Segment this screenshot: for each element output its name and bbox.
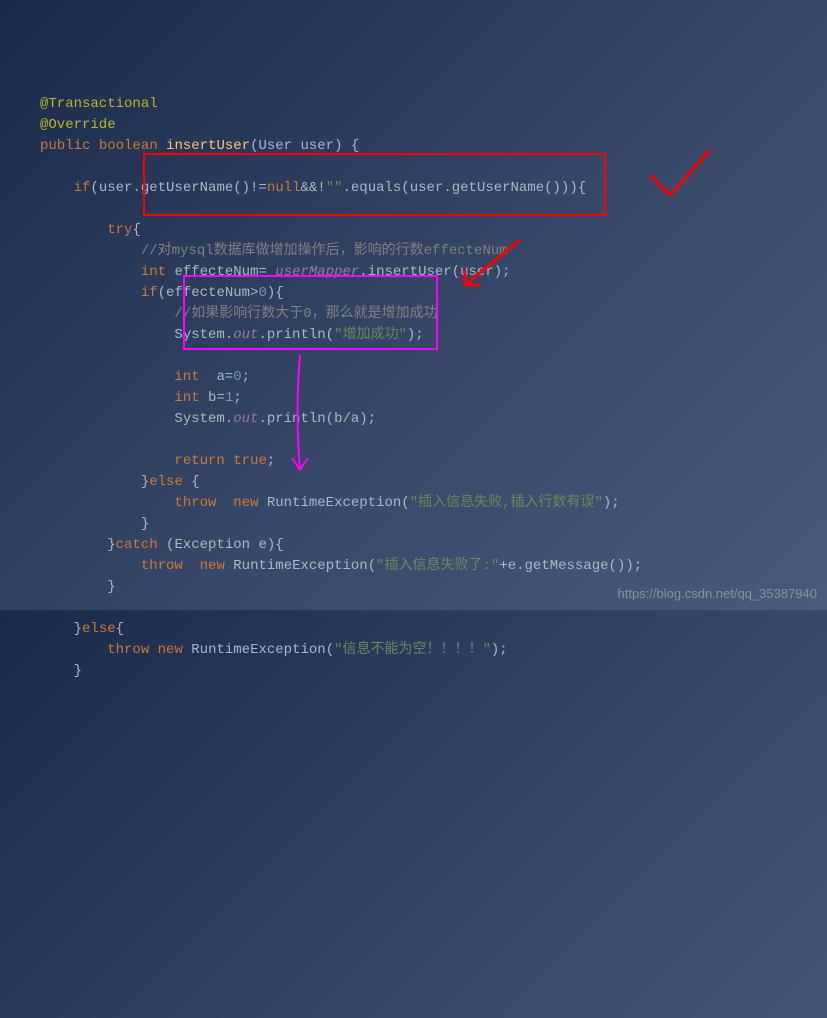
keyword: else xyxy=(82,621,116,637)
code-text: ); xyxy=(603,495,620,511)
class-name: RuntimeException xyxy=(191,642,325,658)
code-text: ; xyxy=(267,453,275,469)
code-text: { xyxy=(132,222,140,238)
string: "信息不能为空！！！！" xyxy=(334,642,491,658)
number: 0 xyxy=(233,369,241,385)
code-text: = xyxy=(258,264,275,280)
keyword: if xyxy=(141,285,158,301)
code-text: ( xyxy=(158,285,166,301)
string: "" xyxy=(326,180,343,196)
class-name: RuntimeException xyxy=(233,558,367,574)
code-text: } xyxy=(141,474,149,490)
watermark: https://blog.csdn.net/qq_35387940 xyxy=(618,583,818,604)
code-text: (user.getUserName()!= xyxy=(90,180,266,196)
code-text: System. xyxy=(174,327,233,343)
keyword: new xyxy=(233,495,258,511)
code-text: } xyxy=(74,663,82,679)
keyword: int xyxy=(174,390,199,406)
annotation: @Transactional xyxy=(40,96,158,112)
number: 0 xyxy=(258,285,266,301)
variable: effecteNum xyxy=(174,264,258,280)
variable: effecteNum xyxy=(166,285,250,301)
code-text: a= xyxy=(200,369,234,385)
keyword: throw xyxy=(107,642,149,658)
method-name: insertUser xyxy=(166,138,250,154)
code-text: ); xyxy=(491,642,508,658)
code-text: b= xyxy=(200,390,225,406)
code-text: .equals(user.getUserName())){ xyxy=(343,180,587,196)
keyword: return xyxy=(174,453,224,469)
field: out xyxy=(233,411,258,427)
keyword: catch xyxy=(116,537,158,553)
keyword: boolean xyxy=(99,138,158,154)
keyword: int xyxy=(174,369,199,385)
keyword: else xyxy=(149,474,183,490)
string: "插入信息失败,插入行数有误" xyxy=(410,495,603,511)
keyword: int xyxy=(141,264,166,280)
string: "插入信息失败了:" xyxy=(376,558,499,574)
string: "增加成功" xyxy=(334,327,407,343)
field: out xyxy=(233,327,258,343)
code-text: ( xyxy=(326,642,334,658)
code-text: ( xyxy=(401,495,409,511)
keyword: new xyxy=(200,558,225,574)
code-text: } xyxy=(74,621,82,637)
code-text: .println(b/a); xyxy=(258,411,376,427)
code-text: ; xyxy=(233,390,241,406)
number: 1 xyxy=(225,390,233,406)
keyword: if xyxy=(74,180,91,196)
code-text: (User user) { xyxy=(250,138,359,154)
code-text: } xyxy=(107,579,115,595)
keyword: throw xyxy=(174,495,216,511)
code-text: &&! xyxy=(300,180,325,196)
annotation: @Override xyxy=(40,117,116,133)
code-text: } xyxy=(141,516,149,532)
code-text: ( xyxy=(368,558,376,574)
keyword: public xyxy=(40,138,90,154)
code-text: (Exception e){ xyxy=(158,537,284,553)
code-text: System. xyxy=(174,411,233,427)
keyword: null xyxy=(267,180,301,196)
comment: //对mysql数据库做增加操作后，影响的行数effecteNum xyxy=(141,243,508,259)
code-text: .insertUser(user); xyxy=(359,264,510,280)
code-text: ); xyxy=(407,327,424,343)
class-name: RuntimeException xyxy=(267,495,401,511)
code-text: ; xyxy=(242,369,250,385)
keyword: true xyxy=(233,453,267,469)
code-text: .println( xyxy=(258,327,334,343)
comment: //如果影响行数大于0，那么就是增加成功 xyxy=(174,306,437,322)
code-text: +e.getMessage()); xyxy=(499,558,642,574)
keyword: new xyxy=(158,642,183,658)
code-text: } xyxy=(107,537,115,553)
code-text: ){ xyxy=(267,285,284,301)
keyword: try xyxy=(107,222,132,238)
code-text: { xyxy=(116,621,124,637)
keyword: throw xyxy=(141,558,183,574)
code-text: { xyxy=(183,474,200,490)
field: userMapper xyxy=(275,264,359,280)
